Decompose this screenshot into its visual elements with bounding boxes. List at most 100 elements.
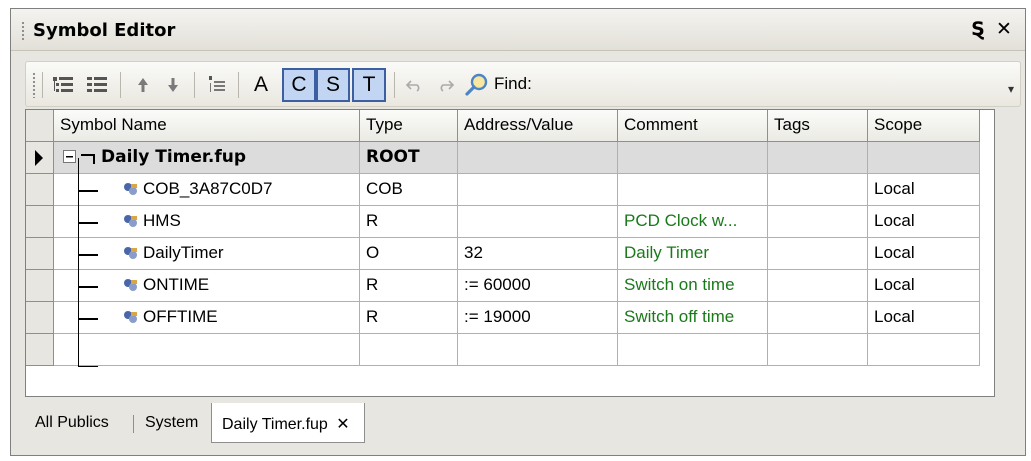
tree-line-branch <box>78 318 98 320</box>
type-cell[interactable] <box>360 334 458 366</box>
table-row[interactable]: COB_3A87C0D7 COB Local <box>26 174 996 206</box>
move-down-icon[interactable] <box>158 70 188 100</box>
toggle-c-button[interactable]: C <box>282 68 316 102</box>
type-cell[interactable]: R <box>360 270 458 302</box>
row-selector[interactable] <box>26 238 54 270</box>
address-value-cell[interactable]: 32 <box>458 238 618 270</box>
row-selector[interactable] <box>26 334 54 366</box>
symbol-grid: Symbol Name Type Address/Value Comment T… <box>25 109 995 397</box>
toggle-t-button[interactable]: T <box>352 68 386 102</box>
symbol-name-cell[interactable]: COB_3A87C0D7 <box>54 174 360 206</box>
symbol-name-cell[interactable] <box>54 334 360 366</box>
column-header-tags[interactable]: Tags <box>768 110 868 142</box>
list-view-icon[interactable] <box>82 70 112 100</box>
table-row[interactable]: HMS R PCD Clock w... Local <box>26 206 996 238</box>
table-row-root[interactable]: Daily Timer.fup ROOT <box>26 142 996 174</box>
comment-cell[interactable]: Switch off time <box>618 302 768 334</box>
symbol-name: ONTIME <box>143 275 210 294</box>
table-row-new[interactable] <box>26 334 996 366</box>
comment-cell[interactable]: Daily Timer <box>618 238 768 270</box>
toolbar-grip[interactable] <box>32 72 36 98</box>
symbol-name: HMS <box>143 211 181 230</box>
table-row[interactable]: ONTIME R := 60000 Switch on time Local <box>26 270 996 302</box>
scope-cell[interactable] <box>868 334 980 366</box>
tags-cell[interactable] <box>768 302 868 334</box>
tags-cell[interactable] <box>768 206 868 238</box>
insert-line-icon[interactable] <box>202 70 232 100</box>
symbol-name-cell[interactable]: DailyTimer <box>54 238 360 270</box>
tree-line-branch <box>78 254 98 256</box>
type-cell[interactable]: COB <box>360 174 458 206</box>
tree-line-branch <box>78 190 98 192</box>
redo-icon[interactable] <box>430 70 460 100</box>
column-header-symbol-name[interactable]: Symbol Name <box>54 110 360 142</box>
toggle-a-button[interactable]: A <box>244 68 278 102</box>
tags-cell[interactable] <box>768 334 868 366</box>
table-row[interactable]: OFFTIME R := 19000 Switch off time Local <box>26 302 996 334</box>
toolbar: A C S T Find: ▾ <box>25 61 1021 107</box>
find-label[interactable]: Find: <box>494 74 532 94</box>
table-row[interactable]: DailyTimer O 32 Daily Timer Local <box>26 238 996 270</box>
toolbar-overflow-icon[interactable]: ▾ <box>1008 82 1014 96</box>
comment-cell[interactable]: Switch on time <box>618 270 768 302</box>
row-selector[interactable] <box>26 206 54 238</box>
toolbar-separator <box>238 72 239 98</box>
scope-cell[interactable]: Local <box>868 302 980 334</box>
column-header-type[interactable]: Type <box>360 110 458 142</box>
undo-icon[interactable] <box>400 70 430 100</box>
tab-daily-timer[interactable]: Daily Timer.fup ✕ <box>211 403 365 443</box>
comment-cell[interactable] <box>618 174 768 206</box>
tab-system[interactable]: System <box>135 403 208 443</box>
find-icon[interactable] <box>462 70 492 100</box>
row-selector[interactable] <box>26 270 54 302</box>
address-value-cell[interactable]: := 19000 <box>458 302 618 334</box>
root-symbol-name: Daily Timer.fup <box>101 147 246 167</box>
title-grip[interactable] <box>21 21 25 41</box>
row-selector[interactable] <box>26 302 54 334</box>
tree-view-icon[interactable] <box>48 70 78 100</box>
pin-icon[interactable]: Ȿ <box>967 17 989 41</box>
scope-cell[interactable]: Local <box>868 206 980 238</box>
tab-close-icon[interactable]: ✕ <box>336 416 349 433</box>
tags-cell[interactable] <box>768 174 868 206</box>
toggle-s-button[interactable]: S <box>316 68 350 102</box>
address-value-cell[interactable]: := 60000 <box>458 270 618 302</box>
close-icon[interactable]: ✕ <box>993 17 1015 41</box>
collapse-icon[interactable] <box>62 149 78 170</box>
current-row-icon <box>35 150 43 166</box>
toolbar-separator <box>120 72 121 98</box>
column-header-scope[interactable]: Scope <box>868 110 980 142</box>
row-selector[interactable] <box>26 142 54 174</box>
tab-all-publics[interactable]: All Publics <box>25 403 119 443</box>
comment-cell[interactable] <box>618 334 768 366</box>
type-cell[interactable]: ROOT <box>360 142 458 174</box>
tags-cell[interactable] <box>768 238 868 270</box>
tags-cell[interactable] <box>768 142 868 174</box>
header-corner <box>26 110 54 142</box>
address-value-cell[interactable] <box>458 174 618 206</box>
symbol-name-cell[interactable]: HMS <box>54 206 360 238</box>
column-header-address-value[interactable]: Address/Value <box>458 110 618 142</box>
move-up-icon[interactable] <box>128 70 158 100</box>
tree-line-branch <box>78 366 98 367</box>
symbol-name-cell[interactable]: ONTIME <box>54 270 360 302</box>
scope-cell[interactable]: Local <box>868 270 980 302</box>
address-value-cell[interactable] <box>458 334 618 366</box>
type-cell[interactable]: R <box>360 302 458 334</box>
column-header-comment[interactable]: Comment <box>618 110 768 142</box>
scope-cell[interactable]: Local <box>868 174 980 206</box>
tree-line-branch <box>78 222 98 224</box>
address-value-cell[interactable] <box>458 206 618 238</box>
address-value-cell[interactable] <box>458 142 618 174</box>
symbol-name-cell[interactable]: OFFTIME <box>54 302 360 334</box>
type-cell[interactable]: R <box>360 206 458 238</box>
comment-cell[interactable]: PCD Clock w... <box>618 206 768 238</box>
scope-cell[interactable] <box>868 142 980 174</box>
comment-cell[interactable] <box>618 142 768 174</box>
type-cell[interactable]: O <box>360 238 458 270</box>
scope-cell[interactable]: Local <box>868 238 980 270</box>
row-selector[interactable] <box>26 174 54 206</box>
toolbar-separator <box>42 72 43 98</box>
symbol-name-cell[interactable]: Daily Timer.fup <box>54 142 360 174</box>
tags-cell[interactable] <box>768 270 868 302</box>
